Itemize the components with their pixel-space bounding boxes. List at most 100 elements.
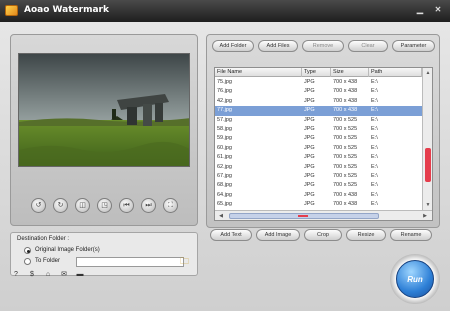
add-image-button[interactable]: Add Image bbox=[256, 229, 300, 241]
cell-path: E:\ bbox=[371, 173, 378, 179]
cell-size: 700 x 438 bbox=[333, 201, 358, 208]
column-header-file-name[interactable]: File Name bbox=[215, 68, 302, 77]
cell-file-name: 60.jpg bbox=[217, 144, 232, 151]
table-row[interactable]: 75.jpg JPG 700 x 438 E:\ bbox=[215, 78, 422, 88]
cell-type: JPG bbox=[304, 182, 315, 189]
previous-icon[interactable]: ⏮ bbox=[119, 198, 134, 213]
vertical-scroll-thumb[interactable] bbox=[425, 148, 431, 182]
image-preview bbox=[18, 53, 190, 167]
dolmen-photo bbox=[19, 54, 189, 166]
table-row[interactable]: 58.jpg JPG 700 x 525 E:\ bbox=[215, 125, 422, 135]
cell-file-name: 59.jpg bbox=[217, 135, 232, 142]
cell-type: JPG bbox=[304, 97, 315, 104]
vertical-scrollbar[interactable]: ▲ ▼ bbox=[422, 68, 432, 210]
scroll-left-icon[interactable]: ◀ bbox=[217, 212, 225, 220]
preview-panel: ↺ ↻ ◫ ◳ ⏮ ⏭ ⛶ bbox=[10, 34, 198, 226]
table-row[interactable]: 57.jpg JPG 700 x 525 E:\ bbox=[215, 116, 422, 126]
table-row[interactable]: 77.jpg JPG 700 x 438 E:\ bbox=[215, 106, 422, 116]
cell-size: 700 x 525 bbox=[333, 116, 358, 123]
table-row[interactable]: 60.jpg JPG 700 x 525 E:\ bbox=[215, 144, 422, 154]
cell-type: JPG bbox=[304, 201, 315, 208]
fit-window-icon[interactable]: ◳ bbox=[97, 198, 112, 213]
original-folder-label: Original Image Folder(s) bbox=[35, 247, 100, 253]
cell-file-name: 62.jpg bbox=[217, 163, 232, 170]
add-folder-button[interactable]: Add Folder bbox=[212, 40, 254, 52]
clear-button[interactable]: Clear bbox=[348, 40, 388, 52]
cell-file-name: 75.jpg bbox=[217, 79, 232, 85]
keyboard-icon[interactable]: ▬ bbox=[76, 271, 84, 279]
title-bar: Aoao Watermark ▁ ✕ bbox=[0, 0, 450, 22]
cell-file-name: 67.jpg bbox=[217, 173, 232, 179]
scroll-down-icon[interactable]: ▼ bbox=[424, 201, 432, 209]
cell-path: E:\ bbox=[371, 88, 378, 95]
window-title: Aoao Watermark bbox=[24, 5, 109, 15]
preview-controls: ↺ ↻ ◫ ◳ ⏮ ⏭ ⛶ bbox=[31, 198, 181, 214]
cell-type: JPG bbox=[304, 126, 315, 132]
app-logo-icon bbox=[5, 5, 18, 16]
table-row[interactable]: 59.jpg JPG 700 x 525 E:\ bbox=[215, 134, 422, 144]
home-icon[interactable]: ⌂ bbox=[44, 271, 52, 279]
rotate-left-icon[interactable]: ↺ bbox=[31, 198, 46, 213]
table-row[interactable]: 67.jpg JPG 700 x 525 E:\ bbox=[215, 172, 422, 182]
cell-type: JPG bbox=[304, 107, 315, 114]
cell-path: E:\ bbox=[371, 97, 378, 104]
table-row[interactable]: 42.jpg JPG 700 x 438 E:\ bbox=[215, 97, 422, 107]
cell-path: E:\ bbox=[371, 163, 378, 170]
scroll-up-icon[interactable]: ▲ bbox=[424, 69, 432, 77]
cell-file-name: 77.jpg bbox=[217, 107, 232, 114]
destination-panel: Destination Folder : Original Image Fold… bbox=[10, 232, 198, 276]
cell-size: 700 x 525 bbox=[333, 135, 358, 142]
cell-size: 700 x 438 bbox=[333, 88, 358, 95]
cell-path: E:\ bbox=[371, 135, 378, 142]
browse-folder-icon[interactable]: 🗀 bbox=[180, 257, 190, 266]
remove-button[interactable]: Remove bbox=[302, 40, 344, 52]
actual-size-icon[interactable]: ◫ bbox=[75, 198, 90, 213]
cell-type: JPG bbox=[304, 135, 315, 142]
cell-type: JPG bbox=[304, 79, 315, 85]
cell-type: JPG bbox=[304, 88, 315, 95]
cell-file-name: 58.jpg bbox=[217, 126, 232, 132]
cell-path: E:\ bbox=[371, 201, 378, 208]
scroll-right-icon[interactable]: ▶ bbox=[421, 212, 429, 220]
resize-button[interactable]: Resize bbox=[346, 229, 386, 241]
table-row[interactable]: 65.jpg JPG 700 x 438 E:\ bbox=[215, 200, 422, 210]
minimize-icon[interactable]: ▁ bbox=[414, 4, 426, 16]
crop-button[interactable]: Crop bbox=[304, 229, 342, 241]
dollar-icon[interactable]: $ bbox=[28, 271, 36, 279]
table-row[interactable]: 61.jpg JPG 700 x 525 E:\ bbox=[215, 153, 422, 163]
run-button[interactable]: Run bbox=[396, 260, 434, 298]
parameter-button[interactable]: Parameter bbox=[392, 40, 435, 52]
help-icon[interactable]: ? bbox=[12, 271, 20, 279]
add-files-button[interactable]: Add Files bbox=[258, 40, 298, 52]
cell-type: JPG bbox=[304, 163, 315, 170]
fullscreen-icon[interactable]: ⛶ bbox=[163, 198, 178, 213]
cell-type: JPG bbox=[304, 173, 315, 179]
to-folder-radio[interactable] bbox=[24, 258, 31, 265]
horizontal-scrollbar[interactable]: ◀ ▶ bbox=[215, 210, 432, 220]
folder-path-input[interactable] bbox=[76, 257, 184, 267]
original-folder-radio[interactable] bbox=[24, 247, 31, 254]
cell-path: E:\ bbox=[371, 126, 378, 132]
cell-size: 700 x 525 bbox=[333, 144, 358, 151]
column-header-type[interactable]: Type bbox=[302, 68, 331, 77]
rename-button[interactable]: Rename bbox=[390, 229, 432, 241]
cell-file-name: 65.jpg bbox=[217, 201, 232, 208]
close-icon[interactable]: ✕ bbox=[432, 4, 444, 16]
next-icon[interactable]: ⏭ bbox=[141, 198, 156, 213]
file-list-panel: Add Folder Add Files Remove Clear Parame… bbox=[206, 34, 440, 228]
cell-type: JPG bbox=[304, 154, 315, 161]
column-header-path[interactable]: Path bbox=[369, 68, 422, 77]
table-row[interactable]: 64.jpg JPG 700 x 438 E:\ bbox=[215, 191, 422, 201]
cell-file-name: 76.jpg bbox=[217, 88, 232, 95]
table-row[interactable]: 76.jpg JPG 700 x 438 E:\ bbox=[215, 87, 422, 97]
horizontal-scroll-thumb[interactable] bbox=[229, 213, 379, 219]
cell-size: 700 x 525 bbox=[333, 182, 358, 189]
rotate-right-icon[interactable]: ↻ bbox=[53, 198, 68, 213]
column-header-size[interactable]: Size bbox=[331, 68, 369, 77]
cell-path: E:\ bbox=[371, 191, 378, 198]
table-row[interactable]: 68.jpg JPG 700 x 525 E:\ bbox=[215, 181, 422, 191]
table-row[interactable]: 62.jpg JPG 700 x 525 E:\ bbox=[215, 163, 422, 173]
add-text-button[interactable]: Add Text bbox=[210, 229, 252, 241]
cell-file-name: 61.jpg bbox=[217, 154, 232, 161]
email-icon[interactable]: ✉ bbox=[60, 271, 68, 279]
